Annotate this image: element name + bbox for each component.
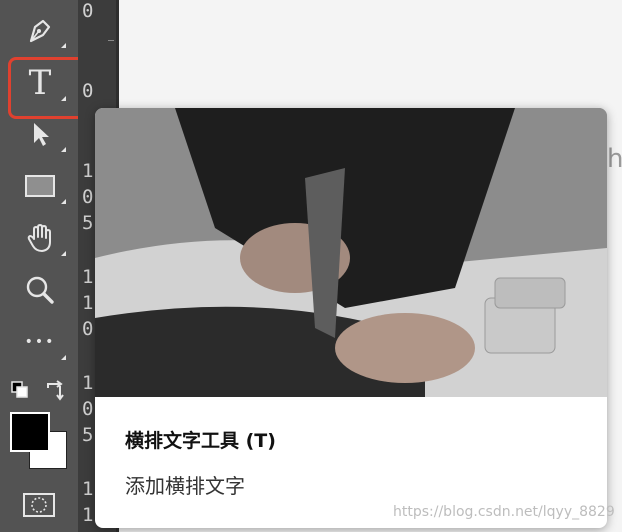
ruler-label: 5	[82, 212, 94, 234]
tooltip-title: 横排文字工具 (T)	[125, 430, 276, 452]
tool-group-indicator	[61, 43, 66, 48]
magnifier-icon	[26, 276, 54, 304]
ruler-label: 1	[82, 478, 94, 500]
ruler-label: 0	[82, 398, 94, 420]
canvas-edge-text: h	[607, 144, 622, 174]
ruler-label: 1	[82, 160, 94, 182]
quick-mask-button[interactable]	[22, 492, 56, 518]
hand-tool-button[interactable]	[8, 214, 72, 262]
rectangle-icon	[25, 175, 55, 197]
pen-tool-button[interactable]	[8, 6, 72, 54]
ruler-label: 5	[82, 424, 94, 446]
tooltip-description: 添加横排文字	[125, 474, 245, 498]
ruler-label: 0	[82, 80, 94, 102]
rectangle-tool-button[interactable]	[8, 162, 72, 210]
hand-icon	[27, 224, 51, 252]
tool-group-indicator	[61, 199, 66, 204]
ruler-tick	[108, 40, 114, 41]
ruler-label: 1	[82, 504, 94, 526]
ruler-label: 0	[82, 318, 94, 340]
watermark: https://blog.csdn.net/lqyy_8829	[393, 504, 615, 520]
tooltip-illustration	[95, 108, 607, 397]
tool-tooltip: 横排文字工具 (T) 添加横排文字	[95, 108, 607, 528]
tool-group-indicator	[61, 355, 66, 360]
swap-colors-button[interactable]	[44, 380, 66, 402]
ruler-label: 0	[82, 186, 94, 208]
ruler-label: 1	[82, 292, 94, 314]
quick-mask-icon	[23, 493, 55, 517]
ruler-label: 1	[82, 266, 94, 288]
zoom-tool-button[interactable]	[8, 266, 72, 314]
more-tools-button[interactable]: •••	[8, 318, 72, 366]
foreground-color-swatch[interactable]	[10, 412, 50, 452]
ruler-label: 1	[82, 372, 94, 394]
pen-icon	[29, 19, 51, 43]
default-colors-icon	[11, 381, 28, 398]
ellipsis-icon: •••	[24, 334, 56, 350]
default-colors-button[interactable]	[10, 380, 30, 400]
arrow-pointer-icon	[34, 123, 49, 146]
swap-arrows-icon	[47, 380, 64, 401]
tooltip-preview-image	[95, 108, 607, 397]
tool-group-indicator	[61, 251, 66, 256]
ruler-label: 0	[82, 0, 94, 22]
tool-group-indicator	[61, 147, 66, 152]
